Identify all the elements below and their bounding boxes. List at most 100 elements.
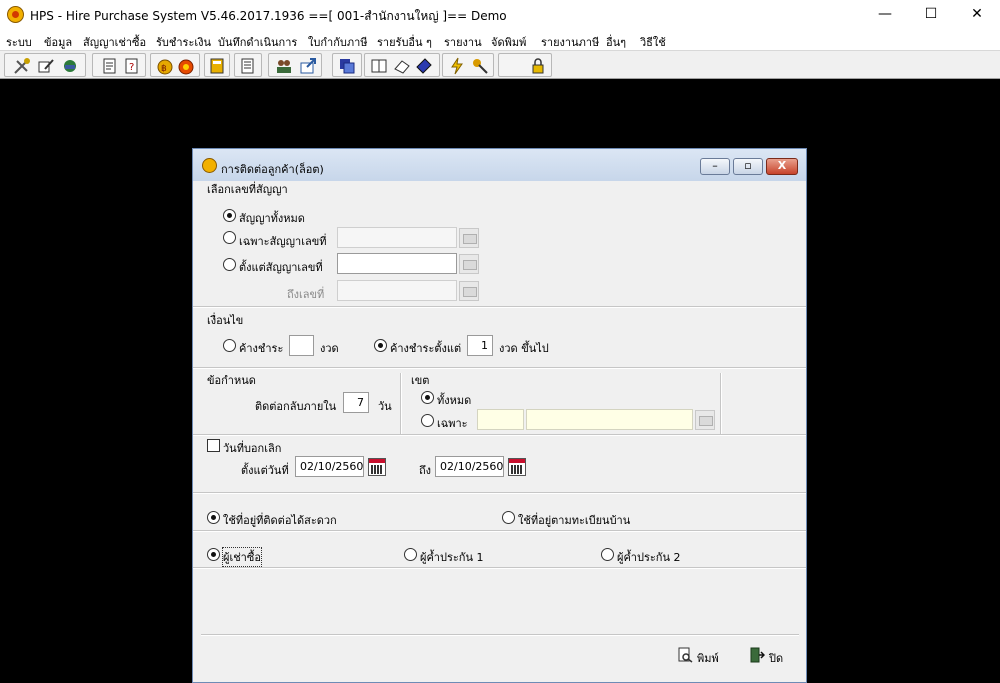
edit-customer-icon[interactable] — [37, 57, 55, 75]
menu-tax-report[interactable]: รายงานภาษี — [541, 33, 599, 51]
zone-only-radio[interactable] — [421, 414, 434, 427]
zone-lookup-icon[interactable] — [695, 410, 715, 430]
lightning-icon[interactable] — [448, 57, 466, 75]
lock-icon[interactable] — [529, 57, 547, 75]
print-button[interactable]: พิมพ์ — [677, 647, 729, 665]
close-dialog-label: ปิด — [769, 652, 784, 665]
menu-report[interactable]: รายงาน — [444, 33, 482, 51]
payment-bag-icon[interactable] — [177, 57, 195, 75]
menu-payment[interactable]: รับชำระเงิน — [156, 33, 211, 51]
person-guarantor2-label: ผู้ค้ำประกัน 2 — [617, 551, 681, 564]
overdue-from-label: ค้างชำระตั้งแต่ — [390, 342, 462, 355]
toolbar-group-4 — [204, 53, 230, 77]
overdue-input[interactable] — [289, 335, 314, 356]
window-titlebar: HPS - Hire Purchase System V5.46.2017.19… — [0, 0, 1000, 30]
toolbar-group-2: ? — [92, 53, 146, 77]
contract-to-lookup-icon[interactable] — [459, 281, 479, 301]
help-document-icon[interactable]: ? — [123, 57, 141, 75]
close-dialog-button[interactable]: ปิด — [749, 647, 789, 665]
toolbar-group-9 — [442, 53, 494, 77]
cancel-from-calendar-icon[interactable] — [368, 458, 386, 476]
minimize-button[interactable]: — — [862, 0, 908, 30]
divider — [193, 567, 806, 569]
callback-label: ติดต่อกลับภายใน — [255, 400, 337, 413]
divider — [201, 634, 799, 636]
app-moneybag-icon — [7, 6, 24, 23]
cancel-to-calendar-icon[interactable] — [508, 458, 526, 476]
window-title: HPS - Hire Purchase System V5.46.2017.19… — [30, 9, 507, 23]
zone-name-input[interactable] — [526, 409, 693, 430]
divider — [193, 530, 806, 532]
contract-from-input[interactable] — [337, 253, 457, 274]
menu-other[interactable]: อื่นๆ — [606, 33, 626, 51]
overdue-from-input[interactable]: 1 — [467, 335, 493, 356]
person-guarantor2-radio[interactable] — [601, 548, 614, 561]
windows-icon[interactable] — [338, 57, 356, 75]
contract-all-radio[interactable] — [223, 209, 236, 222]
report-icon[interactable] — [239, 57, 257, 75]
menu-record-action[interactable]: บันทึกดำเนินการ — [218, 33, 297, 51]
menu-other-income[interactable]: รายรับอื่น ๆ — [377, 33, 432, 51]
menu-system[interactable]: ระบบ — [6, 33, 32, 51]
address-registered-radio[interactable] — [502, 511, 515, 524]
contract-from-lookup-icon[interactable] — [459, 254, 479, 274]
book-icon[interactable] — [370, 57, 388, 75]
menu-tax-invoice[interactable]: ใบกำกับภาษี — [308, 33, 368, 51]
zone-all-radio[interactable] — [421, 391, 434, 404]
cancel-from-date-input[interactable]: 02/10/2560 — [295, 456, 364, 477]
rule-section-heading: ข้อกำหนด — [207, 374, 256, 387]
svg-text:฿: ฿ — [161, 64, 167, 74]
calculator-icon[interactable] — [208, 57, 226, 75]
print-button-label: พิมพ์ — [697, 652, 719, 665]
condition-section-heading: เงื่อนไข — [207, 314, 244, 327]
overdue-from-unit: งวด ขึ้นไป — [499, 342, 549, 355]
tools-key-icon[interactable] — [471, 57, 489, 75]
person-guarantor1-radio[interactable] — [404, 548, 417, 561]
zone-code-input[interactable] — [477, 409, 524, 430]
address-convenient-radio[interactable] — [207, 511, 220, 524]
toolbar-group-1 — [4, 53, 86, 77]
close-button[interactable]: ✕ — [954, 0, 1000, 30]
tools-icon[interactable] — [13, 57, 31, 75]
contract-only-radio[interactable] — [223, 231, 236, 244]
eraser-icon[interactable] — [393, 57, 411, 75]
overdue-radio[interactable] — [223, 339, 236, 352]
overdue-label: ค้างชำระ — [239, 342, 284, 355]
moneybag-icon[interactable]: ฿ — [156, 57, 174, 75]
svg-text:?: ? — [129, 62, 134, 73]
overdue-unit: งวด — [320, 342, 339, 355]
cancel-date-label: วันที่บอกเลิก — [223, 442, 282, 455]
cancel-to-label: ถึง — [419, 464, 432, 477]
dialog-close-button[interactable]: X — [766, 158, 798, 175]
contract-only-lookup-icon[interactable] — [459, 228, 479, 248]
menu-help[interactable]: วิธีใช้ — [640, 33, 666, 51]
contract-only-input[interactable] — [337, 227, 457, 248]
cancel-to-date-input[interactable]: 02/10/2560 — [435, 456, 504, 477]
person-hirer-radio[interactable] — [207, 548, 220, 561]
contract-to-input[interactable] — [337, 280, 457, 301]
users-icon[interactable] — [275, 57, 293, 75]
exit-door-icon — [750, 647, 765, 663]
zone-section-heading: เขต — [411, 374, 430, 387]
divider — [193, 492, 806, 494]
dialog-titlebar: การติดต่อลูกค้า(ล็อต) – ▫ X — [193, 149, 806, 181]
contract-from-radio[interactable] — [223, 258, 236, 271]
zone-only-label: เฉพาะ — [437, 417, 468, 430]
callback-input[interactable]: 7 — [343, 392, 369, 413]
menu-print[interactable]: จัดพิมพ์ — [491, 33, 526, 51]
tag-icon[interactable] — [415, 57, 433, 75]
overdue-from-radio[interactable] — [374, 339, 387, 352]
menu-contract[interactable]: สัญญาเช่าซื้อ — [83, 33, 146, 51]
divider — [720, 373, 722, 435]
maximize-button[interactable]: ☐ — [908, 0, 954, 30]
car-config-icon[interactable] — [61, 57, 79, 75]
export-icon[interactable] — [299, 57, 317, 75]
menu-data[interactable]: ข้อมูล — [44, 33, 72, 51]
dialog-minimize-button[interactable]: – — [700, 158, 730, 175]
address-convenient-label: ใช้ที่อยู่ที่ติดต่อได้สะดวก — [223, 514, 337, 527]
dialog-restore-button[interactable]: ▫ — [733, 158, 763, 175]
contract-to-label: ถึงเลขที่ — [287, 288, 325, 301]
document-edit-icon[interactable] — [101, 57, 119, 75]
cancel-date-checkbox[interactable] — [207, 439, 220, 452]
dialog-moneybag-icon — [202, 158, 217, 173]
